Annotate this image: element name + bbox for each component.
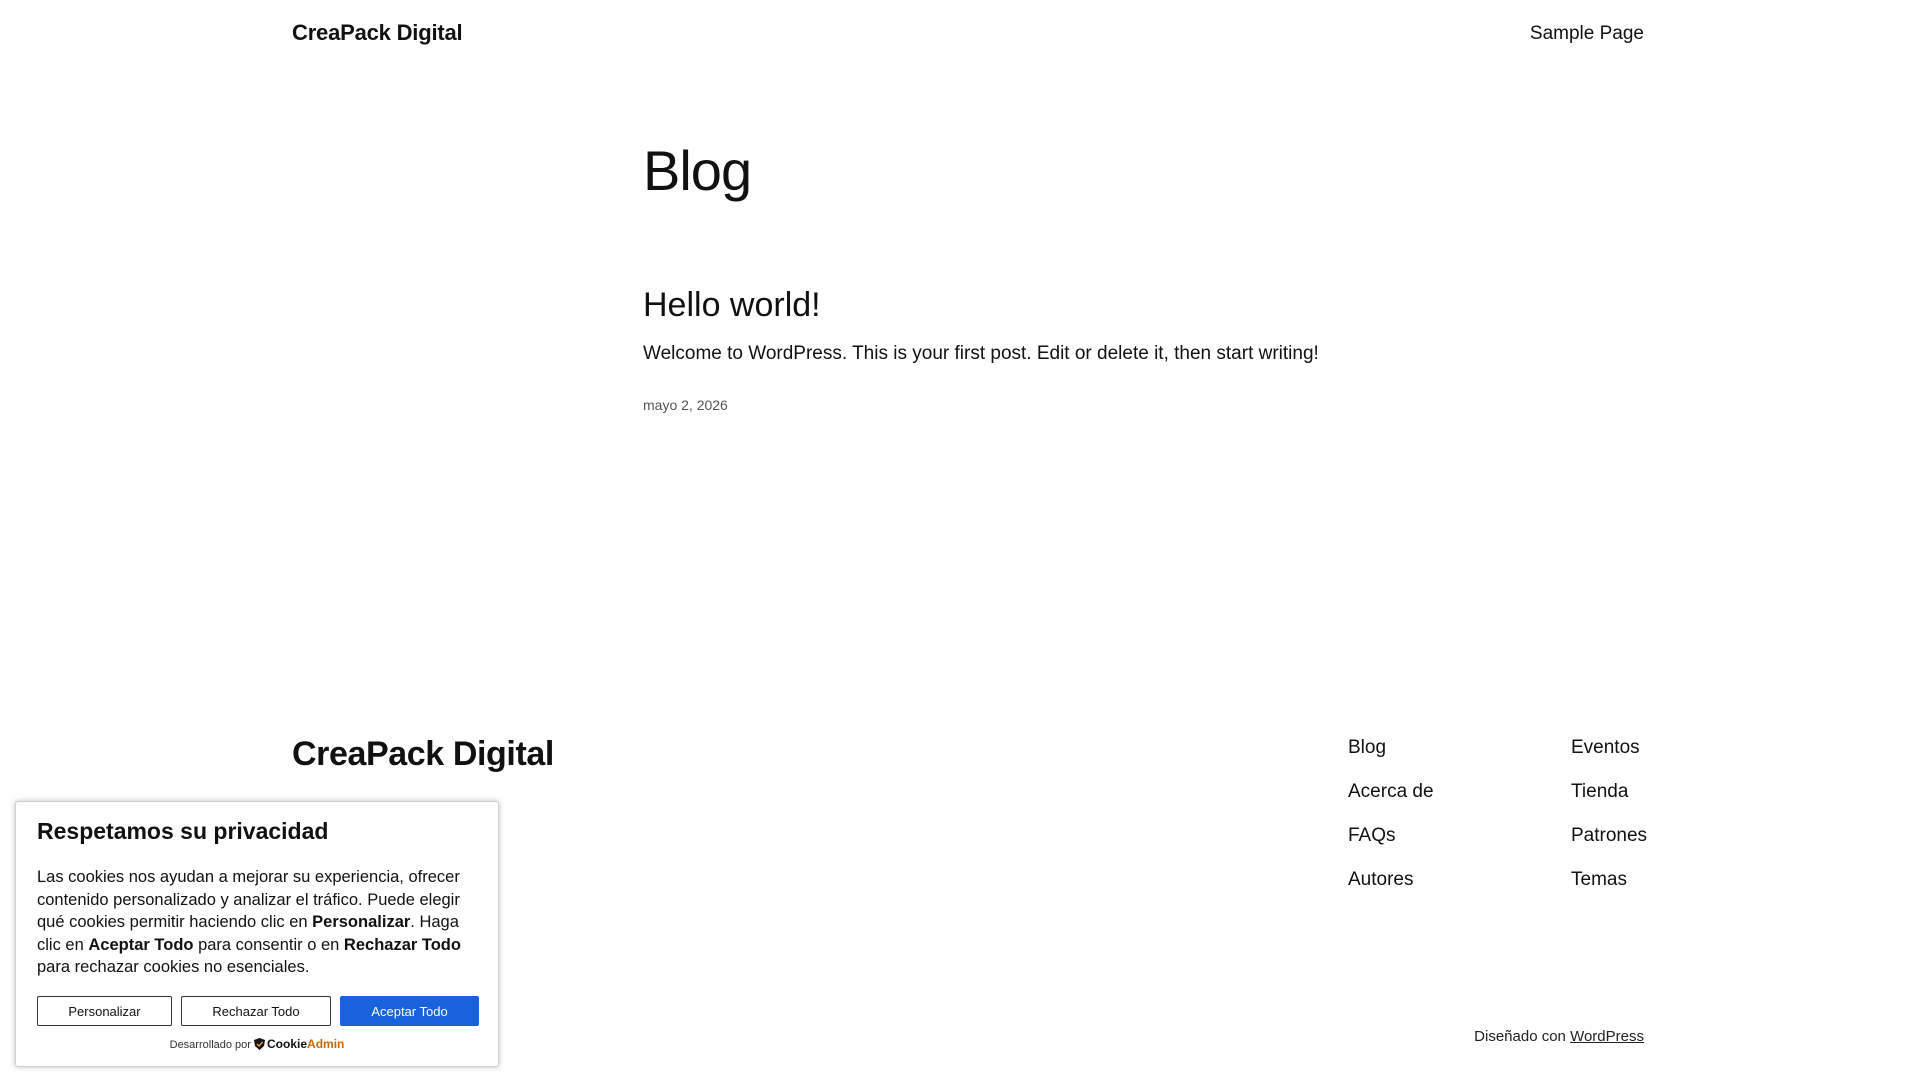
cookie-text-bold: Rechazar Todo [343,935,461,954]
footer-link-blog[interactable]: Blog [1348,736,1434,760]
post-date-link[interactable]: mayo 2, 2026 [643,397,728,413]
cookie-consent-banner: Respetamos su privacidad Las cookies nos… [15,801,499,1067]
post-title-link[interactable]: Hello world! [643,284,821,326]
footer-link-events[interactable]: Eventos [1571,736,1647,760]
footer-credit: Diseñado con WordPress [1474,1028,1644,1045]
footer-nav-column-2: Eventos Tienda Patrones Temas [1571,736,1647,912]
footer-nav-column-1: Blog Acerca de FAQs Autores [1348,736,1434,912]
credit-prefix: Diseñado con [1474,1028,1566,1045]
cookie-banner-text: Las cookies nos ayudan a mejorar su expe… [37,866,487,979]
site-title-link[interactable]: CreaPack Digital [292,20,463,46]
accept-all-button[interactable]: Aceptar Todo [340,996,479,1026]
footer-link-about[interactable]: Acerca de [1348,780,1434,804]
brand-admin: Admin [307,1037,345,1051]
cookie-text-part: para rechazar cookies no esenciales. [37,958,310,976]
powered-by: Desarrollado por CookieAdmin [16,1037,498,1051]
page-title: Blog [643,139,752,202]
site-header: CreaPack Digital Sample Page [0,0,1920,72]
footer-link-shop[interactable]: Tienda [1571,780,1647,804]
footer-site-title-link[interactable]: CreaPack Digital [292,735,554,774]
footer-link-faqs[interactable]: FAQs [1348,824,1434,848]
customize-button[interactable]: Personalizar [37,996,172,1026]
wordpress-link[interactable]: WordPress [1570,1028,1644,1045]
footer-link-authors[interactable]: Autores [1348,868,1434,892]
reject-all-button[interactable]: Rechazar Todo [181,996,331,1026]
cookie-text-bold: Aceptar Todo [88,935,194,954]
post-excerpt: Welcome to WordPress. This is your first… [643,343,1319,364]
shield-icon [254,1038,266,1050]
powered-by-label: Desarrollado por [169,1039,251,1051]
cookieadmin-logo-link[interactable]: CookieAdmin [254,1037,344,1051]
cookie-banner-title: Respetamos su privacidad [37,818,329,844]
cookie-text-bold: Personalizar [312,913,411,931]
cookie-text-part: para consentir o en [193,935,344,954]
footer-link-themes[interactable]: Temas [1571,868,1647,892]
footer-link-patterns[interactable]: Patrones [1571,824,1647,848]
brand-cookie: Cookie [267,1037,308,1051]
nav-item-sample-page[interactable]: Sample Page [1530,23,1644,45]
